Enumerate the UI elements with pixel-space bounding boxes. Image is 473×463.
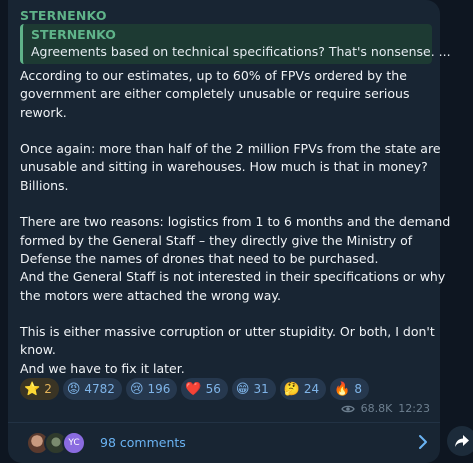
quote-author: STERNENKO — [31, 27, 116, 42]
message-line: formed by the General Staff – they direc… — [20, 232, 413, 248]
message-bubble: STERNENKO STERNENKO Agreements based on … — [8, 0, 451, 463]
reaction-thinking[interactable]: 🤔 24 — [279, 378, 327, 400]
share-arrow-icon — [455, 435, 469, 447]
fire-icon: 🔥 — [334, 381, 351, 397]
reactions-bar: ⭐ 2 😡 4782 😢 196 ❤️ 56 😁 31 🤔 24 🔥 8 — [20, 378, 370, 400]
angry-face-icon: 😡 — [66, 381, 81, 397]
view-count: 68.8K — [360, 402, 393, 415]
message-line: Once again: more than half of the 2 mill… — [20, 141, 441, 157]
message-line: know. — [20, 342, 56, 358]
reply-quote[interactable]: STERNENKO Agreements based on technical … — [20, 24, 451, 64]
message-meta: 68.8K 12:23 — [340, 402, 430, 415]
message-line: This is either massive corruption or utt… — [20, 324, 435, 340]
reaction-count: 2 — [44, 382, 52, 396]
reaction-fire[interactable]: 🔥 8 — [330, 378, 370, 400]
commenter-avatars: YC — [26, 431, 90, 455]
reaction-count: 8 — [354, 382, 363, 396]
eye-icon — [340, 405, 355, 412]
share-button[interactable] — [447, 426, 473, 456]
avatar: YC — [62, 431, 86, 455]
message-line: the motors were attached the wrong way. — [20, 287, 281, 303]
grinning-face-icon: 😁 — [235, 381, 250, 397]
message-line: government are either completely unusabl… — [20, 86, 410, 102]
message-line: Billions. — [20, 177, 69, 193]
reaction-crying[interactable]: 😢 196 — [125, 378, 178, 400]
reaction-count: 56 — [205, 382, 221, 396]
reaction-count: 31 — [253, 382, 269, 396]
reaction-count: 196 — [147, 382, 171, 396]
heart-icon: ❤️ — [185, 381, 202, 397]
reaction-star[interactable]: ⭐ 2 — [20, 378, 59, 400]
chevron-right-icon — [419, 435, 427, 449]
message-line: According to our estimates, up to 60% of… — [20, 68, 407, 83]
star-icon: ⭐ — [24, 381, 41, 397]
quote-text: Agreements based on technical specificat… — [31, 44, 451, 59]
reaction-heart[interactable]: ❤️ 56 — [181, 378, 228, 400]
message-line: And the General Staff is not interested … — [20, 269, 446, 285]
comments-count-label: 98 comments — [100, 435, 186, 450]
message-text: According to our estimates, up to 60% of… — [20, 67, 451, 378]
message-line: rework. — [20, 104, 67, 120]
message-line: There are two reasons: logistics from 1 … — [20, 214, 451, 230]
reaction-count: 24 — [303, 382, 320, 396]
reaction-grin[interactable]: 😁 31 — [231, 378, 276, 400]
crying-face-icon: 😢 — [129, 381, 144, 397]
message-line: And we have to fix it later. — [20, 360, 185, 376]
message-line: Defense the names of drones that need to… — [20, 250, 379, 266]
reaction-count: 4782 — [84, 382, 115, 396]
thinking-face-icon: 🤔 — [283, 381, 300, 397]
message-time: 12:23 — [398, 402, 430, 415]
comments-button[interactable]: YC 98 comments — [8, 423, 440, 463]
message-line: unusable and sitting in warehouses. How … — [20, 159, 428, 175]
channel-name[interactable]: STERNENKO — [20, 8, 107, 23]
reaction-angry[interactable]: 😡 4782 — [62, 378, 122, 400]
